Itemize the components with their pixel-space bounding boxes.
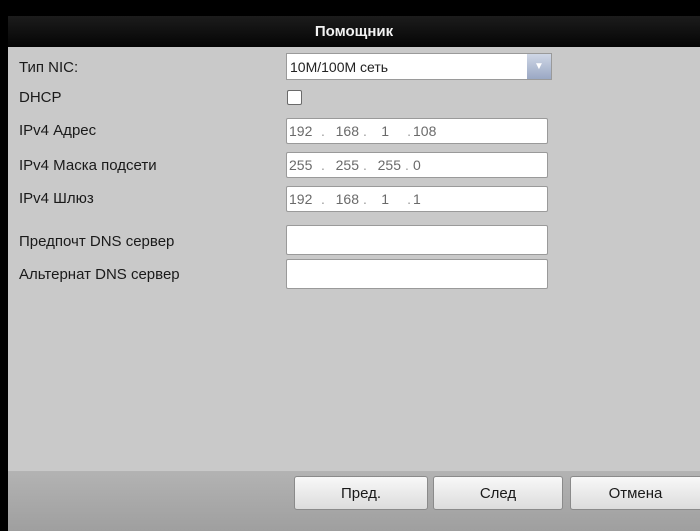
ipv4-mask-label: IPv4 Маска подсети: [19, 157, 157, 174]
ipv4-gateway-octet-3[interactable]: 1: [371, 191, 389, 207]
alternate-dns-input[interactable]: [286, 259, 548, 289]
alternate-dns-label: Альтернат DNS сервер: [19, 266, 180, 283]
nic-type-label: Тип NIC:: [19, 59, 79, 76]
ipv4-address-octet-2[interactable]: 168: [329, 123, 359, 139]
next-button[interactable]: След: [433, 476, 563, 510]
nic-type-value: 10M/100M сеть: [290, 58, 389, 75]
ipv4-mask-octet-3[interactable]: 255: [371, 157, 401, 173]
octet-separator: .: [407, 123, 411, 139]
preferred-dns-label: Предпочт DNS сервер: [19, 233, 175, 250]
ipv4-gateway-input[interactable]: 192 . 168 . 1 . 1: [286, 186, 548, 212]
ipv4-gateway-octet-1[interactable]: 192: [289, 191, 317, 207]
octet-separator: .: [321, 123, 325, 139]
ipv4-address-octet-1[interactable]: 192: [289, 123, 317, 139]
dialog-title: Помощник: [8, 16, 700, 47]
ipv4-gateway-octet-4[interactable]: 1: [411, 191, 443, 207]
ipv4-address-octet-3[interactable]: 1: [371, 123, 389, 139]
octet-separator: .: [321, 157, 325, 173]
dhcp-checkbox[interactable]: [287, 90, 302, 105]
ipv4-gateway-label: IPv4 Шлюз: [19, 190, 94, 207]
prev-button[interactable]: Пред.: [294, 476, 428, 510]
dhcp-label: DHCP: [19, 89, 62, 106]
chevron-down-icon[interactable]: ▼: [527, 54, 551, 79]
ipv4-mask-octet-4[interactable]: 0: [413, 157, 443, 173]
preferred-dns-input[interactable]: [286, 225, 548, 255]
octet-separator: .: [363, 123, 367, 139]
setup-wizard-window: Помощник Тип NIC: 10M/100M сеть ▼ DHCP I…: [8, 16, 700, 531]
cancel-button[interactable]: Отмена: [570, 476, 700, 510]
octet-separator: .: [363, 191, 367, 207]
ipv4-mask-octet-1[interactable]: 255: [289, 157, 317, 173]
octet-separator: .: [405, 157, 409, 173]
octet-separator: .: [407, 191, 411, 207]
ipv4-mask-octet-2[interactable]: 255: [329, 157, 359, 173]
ipv4-mask-input[interactable]: 255 . 255 . 255 . 0: [286, 152, 548, 178]
ipv4-gateway-octet-2[interactable]: 168: [329, 191, 359, 207]
octet-separator: .: [321, 191, 325, 207]
nic-type-select[interactable]: 10M/100M сеть ▼: [286, 53, 552, 80]
ipv4-address-input[interactable]: 192 . 168 . 1 . 108: [286, 118, 548, 144]
octet-separator: .: [363, 157, 367, 173]
ipv4-address-label: IPv4 Адрес: [19, 122, 97, 139]
ipv4-address-octet-4[interactable]: 108: [411, 123, 443, 139]
